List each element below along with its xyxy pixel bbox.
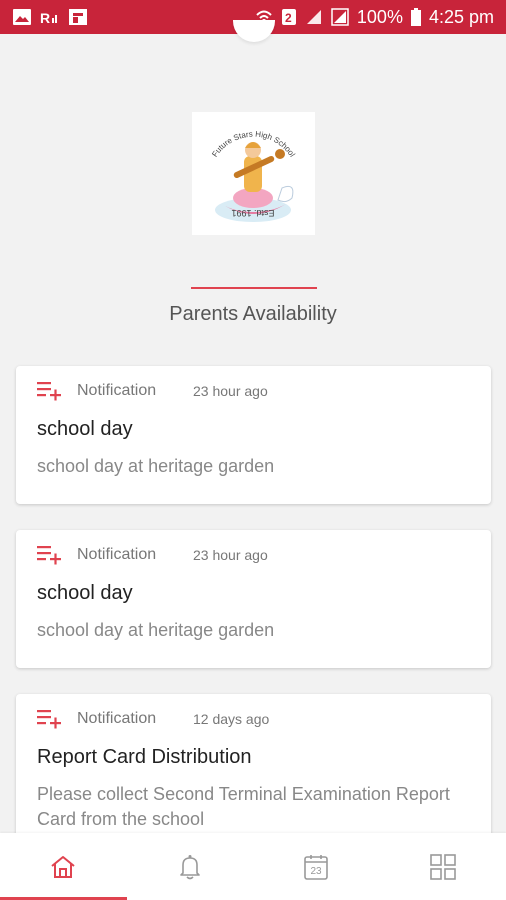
notification-card[interactable]: Notification 23 hour ago school day scho… [16, 530, 491, 668]
notification-title: school day [37, 582, 133, 604]
notification-header: Notification 23 hour ago [37, 544, 268, 566]
status-bar-right: 2 100% 4:25 pm [255, 7, 494, 28]
nav-menu[interactable] [380, 833, 506, 900]
notification-type: Notification [77, 546, 157, 563]
section-title-underline [191, 287, 317, 289]
notification-time: 23 hour ago [193, 547, 268, 563]
notification-time: 12 days ago [193, 711, 270, 727]
image-icon [13, 9, 31, 25]
notification-type: Notification [77, 710, 157, 727]
sim-2-icon: 2 [281, 9, 296, 25]
playlist-add-icon [37, 710, 61, 729]
school-logo-image: Future Stars High School Estd. 1991 [210, 130, 297, 222]
playlist-add-icon [37, 546, 61, 565]
school-logo: Future Stars High School Estd. 1991 [192, 112, 315, 235]
status-bar-left: R [12, 8, 88, 26]
notification-title: school day [37, 418, 133, 440]
bell-icon [179, 854, 200, 879]
home-icon [51, 855, 75, 878]
calendar-day: 23 [311, 866, 323, 877]
notification-description: Please collect Second Terminal Examinati… [37, 784, 450, 829]
bottom-navigation: 23 [0, 833, 506, 900]
battery-icon [410, 8, 421, 26]
flipboard-icon [69, 9, 87, 25]
clock: 4:25 pm [428, 6, 494, 27]
nav-home[interactable] [0, 833, 127, 900]
notification-type: Notification [77, 382, 157, 399]
nav-calendar[interactable]: 23 [253, 833, 380, 900]
pull-to-refresh-indicator [233, 20, 275, 42]
notification-title: Report Card Distribution [37, 746, 252, 768]
svg-text:2: 2 [285, 11, 292, 25]
notification-header: Notification 12 days ago [37, 708, 269, 730]
notification-card[interactable]: Notification 23 hour ago school day scho… [16, 366, 491, 504]
signal-alt-icon [331, 8, 349, 26]
svg-text:R: R [40, 10, 50, 26]
notification-header: Notification 23 hour ago [37, 380, 268, 402]
notification-description: school day at heritage garden [37, 620, 275, 640]
section-title: Parents Availability [169, 303, 337, 325]
nav-notifications[interactable] [127, 833, 254, 900]
battery-percentage: 100% [356, 6, 403, 27]
svg-text:Estd. 1991: Estd. 1991 [231, 208, 274, 218]
playlist-add-icon [37, 382, 61, 401]
calendar-icon: 23 [304, 854, 329, 880]
notification-time: 23 hour ago [193, 383, 268, 399]
notification-description: school day at heritage garden [37, 456, 275, 476]
signal-icon [306, 10, 321, 24]
signal-alt-icon: R [40, 10, 57, 26]
notification-card[interactable]: Notification 12 days ago Report Card Dis… [16, 694, 491, 844]
grid-icon [429, 853, 456, 880]
